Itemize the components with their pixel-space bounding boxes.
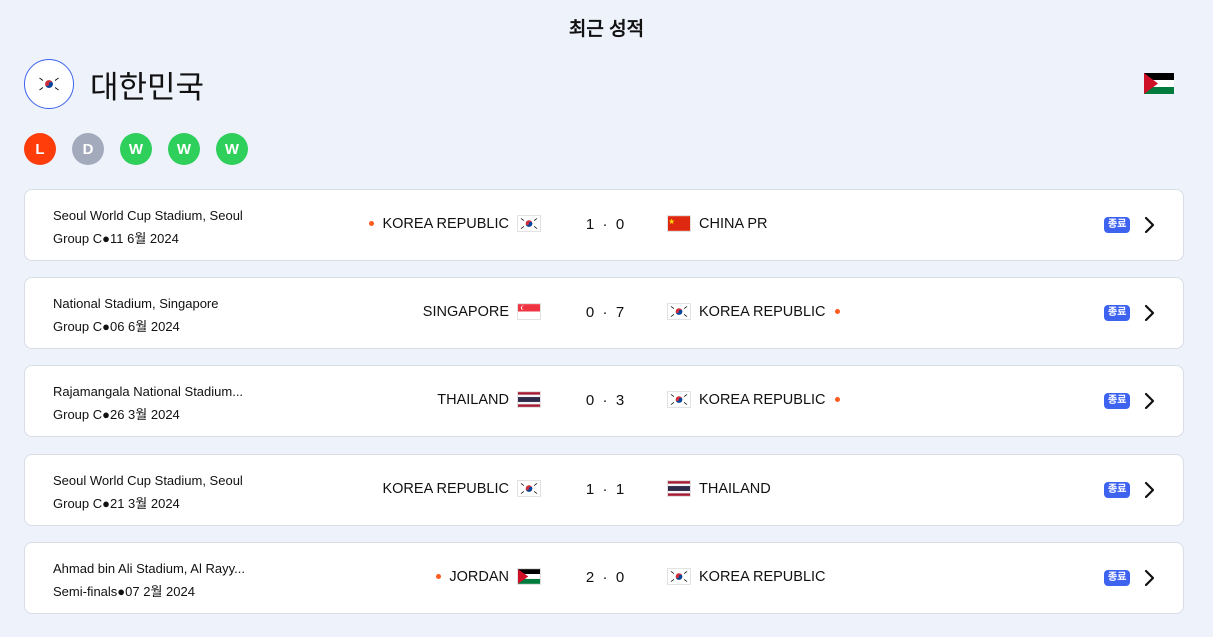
chevron-right-icon[interactable] bbox=[1143, 216, 1155, 234]
away-team-name: KOREA REPUBLIC bbox=[699, 303, 826, 320]
match-meta: Semi-finals●07 2월 2024 bbox=[53, 584, 195, 599]
thailand-flag-icon bbox=[667, 480, 691, 497]
match-venue: Seoul World Cup Stadium, Seoul bbox=[53, 208, 243, 223]
match-meta: Group C●06 6월 2024 bbox=[53, 319, 180, 334]
match-score: 1 · 1 bbox=[585, 481, 625, 498]
home-team-name: THAILAND bbox=[437, 391, 509, 408]
home-team-name: KOREA REPUBLIC bbox=[382, 215, 509, 232]
away-team-name: KOREA REPUBLIC bbox=[699, 391, 826, 408]
form-badge: L bbox=[24, 133, 56, 165]
korea-flag-icon bbox=[36, 75, 62, 93]
chevron-right-icon[interactable] bbox=[1143, 392, 1155, 410]
form-badge: W bbox=[216, 133, 248, 165]
home-team: KOREA REPUBLIC bbox=[382, 480, 541, 497]
chevron-right-icon[interactable] bbox=[1143, 569, 1155, 587]
singapore-flag-icon bbox=[517, 303, 541, 320]
jordan-flag-icon bbox=[1144, 73, 1174, 94]
match-meta: Group C●11 6월 2024 bbox=[53, 231, 179, 246]
home-team: SINGAPORE bbox=[423, 303, 541, 320]
match-card[interactable]: National Stadium, Singapore Group C●06 6… bbox=[24, 277, 1184, 349]
chevron-right-icon[interactable] bbox=[1143, 304, 1155, 322]
match-card[interactable]: Seoul World Cup Stadium, Seoul Group C●1… bbox=[24, 189, 1184, 261]
thailand-flag-icon bbox=[517, 391, 541, 408]
match-score: 2 · 0 bbox=[585, 569, 625, 586]
winner-dot bbox=[436, 574, 442, 579]
away-team: KOREA REPUBLIC bbox=[667, 568, 826, 585]
status-badge: 종료 bbox=[1104, 217, 1131, 233]
status-badge: 종료 bbox=[1104, 393, 1131, 409]
status-badge: 종료 bbox=[1104, 482, 1131, 498]
match-venue: Seoul World Cup Stadium, Seoul bbox=[53, 473, 243, 488]
status-badge: 종료 bbox=[1104, 305, 1131, 321]
match-venue: Rajamangala National Stadium... bbox=[53, 384, 244, 399]
form-badge: W bbox=[168, 133, 200, 165]
home-team: KOREA REPUBLIC bbox=[369, 215, 541, 232]
korea-flag-icon bbox=[667, 303, 691, 320]
winner-dot bbox=[834, 309, 840, 314]
china-flag-icon bbox=[667, 215, 691, 232]
winner-dot bbox=[834, 397, 840, 402]
away-team: KOREA REPUBLIC bbox=[667, 391, 840, 408]
korea-flag-icon bbox=[667, 391, 691, 408]
match-score: 1 · 0 bbox=[585, 216, 625, 233]
korea-flag-icon bbox=[517, 215, 541, 232]
match-card[interactable]: Ahmad bin Ali Stadium, Al Rayy... Semi-f… bbox=[24, 542, 1184, 614]
home-team-name: KOREA REPUBLIC bbox=[382, 480, 509, 497]
match-score: 0 · 7 bbox=[585, 304, 625, 321]
match-meta: Group C●21 3월 2024 bbox=[53, 496, 180, 511]
home-team: THAILAND bbox=[437, 391, 541, 408]
home-team-name: JORDAN bbox=[449, 568, 509, 585]
team-header: 대한민국 bbox=[24, 59, 204, 109]
away-team-name: KOREA REPUBLIC bbox=[699, 568, 826, 585]
away-team: THAILAND bbox=[667, 480, 771, 497]
match-venue: Ahmad bin Ali Stadium, Al Rayy... bbox=[53, 561, 245, 576]
home-team: JORDAN bbox=[436, 568, 541, 585]
form-badge: W bbox=[120, 133, 152, 165]
korea-flag-icon bbox=[667, 568, 691, 585]
status-badge: 종료 bbox=[1104, 570, 1131, 586]
korea-flag-icon bbox=[517, 480, 541, 497]
jordan-flag-icon bbox=[517, 568, 541, 585]
away-team-name: CHINA PR bbox=[699, 215, 768, 232]
away-team-name: THAILAND bbox=[699, 480, 771, 497]
match-meta: Group C●26 3월 2024 bbox=[53, 407, 180, 422]
away-team: KOREA REPUBLIC bbox=[667, 303, 840, 320]
winner-dot bbox=[369, 221, 375, 226]
match-venue: National Stadium, Singapore bbox=[53, 296, 219, 311]
match-card[interactable]: Seoul World Cup Stadium, Seoul Group C●2… bbox=[24, 454, 1184, 526]
away-team: CHINA PR bbox=[667, 215, 768, 232]
team-name: 대한민국 bbox=[90, 69, 205, 105]
home-team-name: SINGAPORE bbox=[422, 303, 509, 320]
match-score: 0 · 3 bbox=[585, 392, 625, 409]
team-logo bbox=[24, 59, 74, 109]
page-title: 최근 성적 bbox=[568, 19, 645, 40]
chevron-right-icon[interactable] bbox=[1143, 481, 1155, 499]
recent-form: L D W W W bbox=[24, 133, 264, 165]
match-card[interactable]: Rajamangala National Stadium... Group C●… bbox=[24, 365, 1184, 437]
form-badge: D bbox=[72, 133, 104, 165]
